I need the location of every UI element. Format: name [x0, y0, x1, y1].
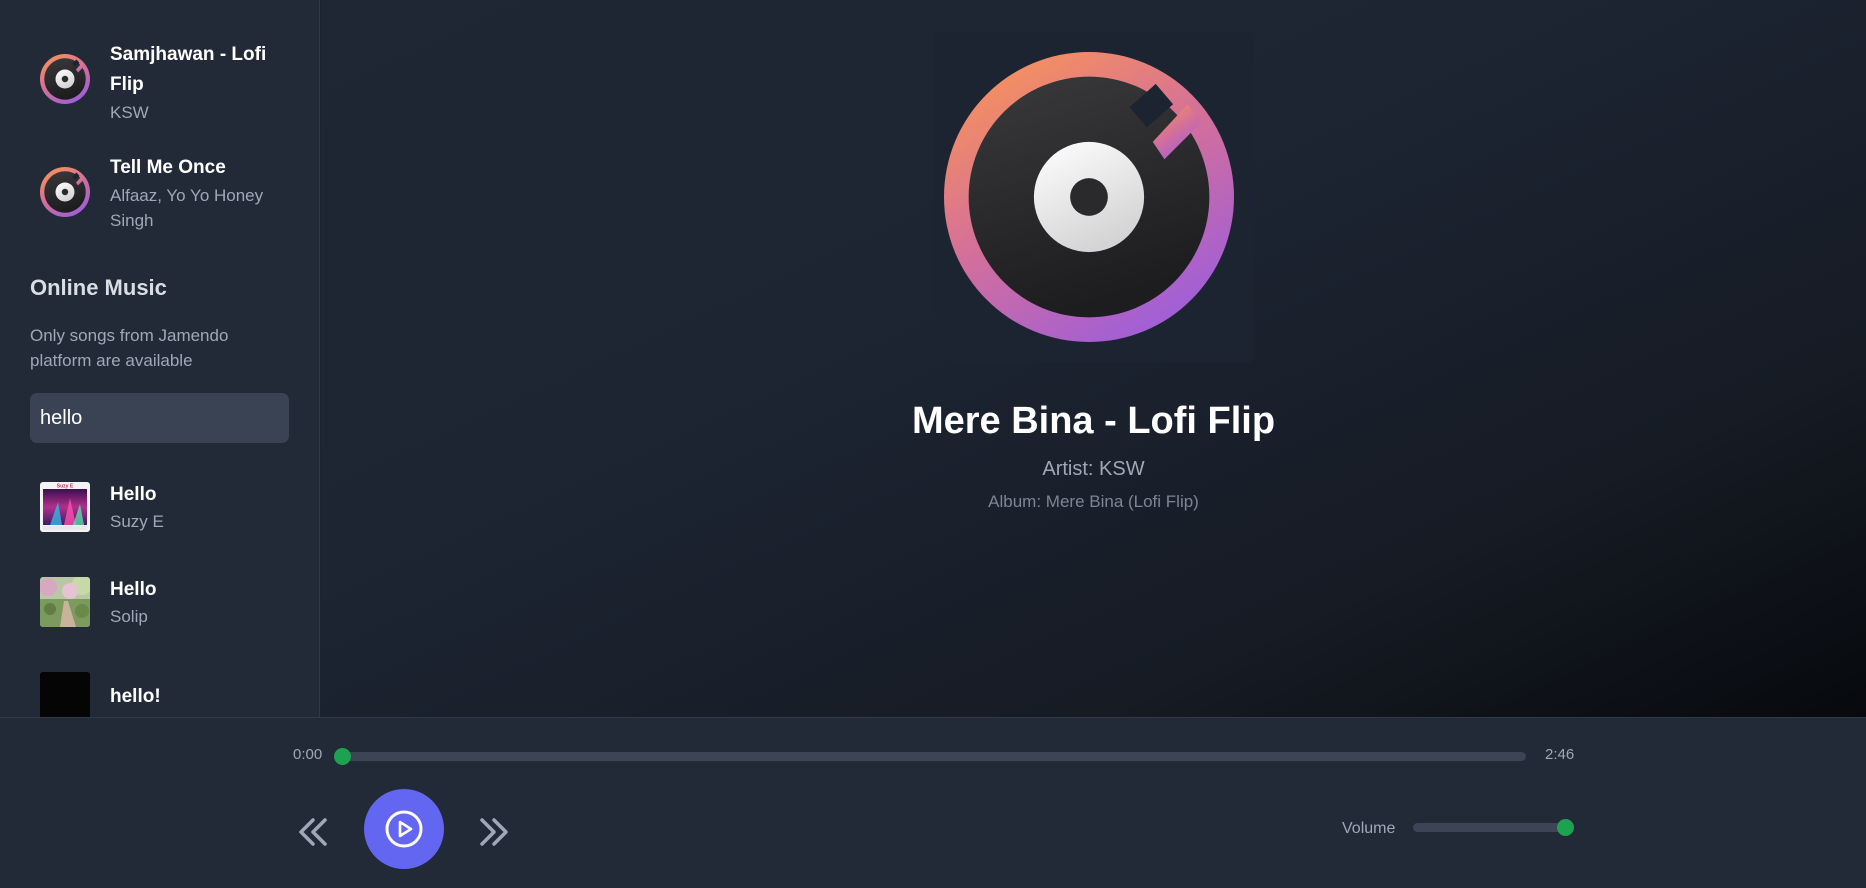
vinyl-disc-icon [40, 54, 90, 104]
song-artist: KSW [110, 103, 149, 122]
vinyl-disc-icon [40, 167, 90, 217]
online-results-list: Suzy E Hello Suzy E Hello Solip hello! [0, 481, 319, 717]
now-playing-album: Album: Mere Bina (Lofi Flip) [988, 492, 1199, 511]
sidebar: Samjhawan - Lofi Flip KSW Tell Me Once A… [0, 0, 320, 717]
song-title: Tell Me Once [110, 157, 226, 178]
online-result-item[interactable]: Suzy E Hello Suzy E [0, 481, 319, 533]
song-text: Tell Me Once Alfaaz, Yo Yo Honey Singh [110, 153, 289, 233]
album-cover-thumbnail: Suzy E [40, 482, 90, 532]
now-playing-panel: Mere Bina - Lofi Flip Artist: KSW Album:… [321, 0, 1866, 717]
play-button[interactable] [364, 789, 444, 869]
result-text: Hello Suzy E [110, 481, 164, 534]
play-circle-icon [385, 810, 423, 848]
next-track-button[interactable] [472, 810, 516, 854]
music-player-app: Samjhawan - Lofi Flip KSW Tell Me Once A… [0, 0, 1866, 888]
local-song-item[interactable]: Tell Me Once Alfaaz, Yo Yo Honey Singh [0, 153, 319, 233]
current-time: 0:00 [293, 746, 323, 763]
player-controls: 0:00 2:46 Volume [0, 717, 1866, 888]
result-title: hello! [110, 686, 161, 707]
now-playing-title: Mere Bina - Lofi Flip [911, 400, 1276, 442]
progress-bar[interactable] [334, 748, 1526, 765]
local-song-list: Samjhawan - Lofi Flip KSW Tell Me Once A… [0, 0, 319, 233]
result-text: Hello Solip [110, 576, 156, 629]
volume-slider[interactable] [1413, 819, 1574, 836]
search-input[interactable] [30, 393, 289, 443]
total-time: 2:46 [1545, 746, 1575, 763]
cover-label: Suzy E [57, 484, 74, 490]
local-song-item[interactable]: Samjhawan - Lofi Flip KSW [0, 40, 319, 125]
album-art [934, 32, 1254, 362]
album-cover-thumbnail [40, 577, 90, 627]
result-title: Hello [110, 483, 157, 505]
now-playing-artist: Artist: KSW [1042, 458, 1145, 480]
result-title: Hello [110, 578, 157, 600]
online-result-item[interactable]: hello! [0, 671, 319, 717]
result-artist: Suzy E [110, 511, 164, 531]
online-result-item[interactable]: Hello Solip [0, 576, 319, 628]
previous-track-button[interactable] [291, 810, 335, 854]
online-music-note: Only songs from Jamendo platform are ava… [30, 326, 229, 370]
progress-handle[interactable] [334, 748, 351, 765]
result-artist: Solip [110, 606, 148, 626]
chevrons-right-icon [480, 818, 508, 846]
album-cover-thumbnail [40, 672, 90, 717]
song-artist: Alfaaz, Yo Yo Honey Singh [110, 186, 264, 230]
result-text: hello! [110, 683, 161, 711]
chevrons-left-icon [299, 818, 327, 846]
song-text: Samjhawan - Lofi Flip KSW [110, 40, 289, 125]
song-title: Samjhawan - Lofi Flip [110, 44, 267, 95]
volume-label: Volume [1342, 820, 1396, 837]
vinyl-disc-icon [944, 52, 1234, 342]
volume-handle[interactable] [1557, 819, 1574, 836]
online-music-heading: Online Music [30, 275, 167, 300]
